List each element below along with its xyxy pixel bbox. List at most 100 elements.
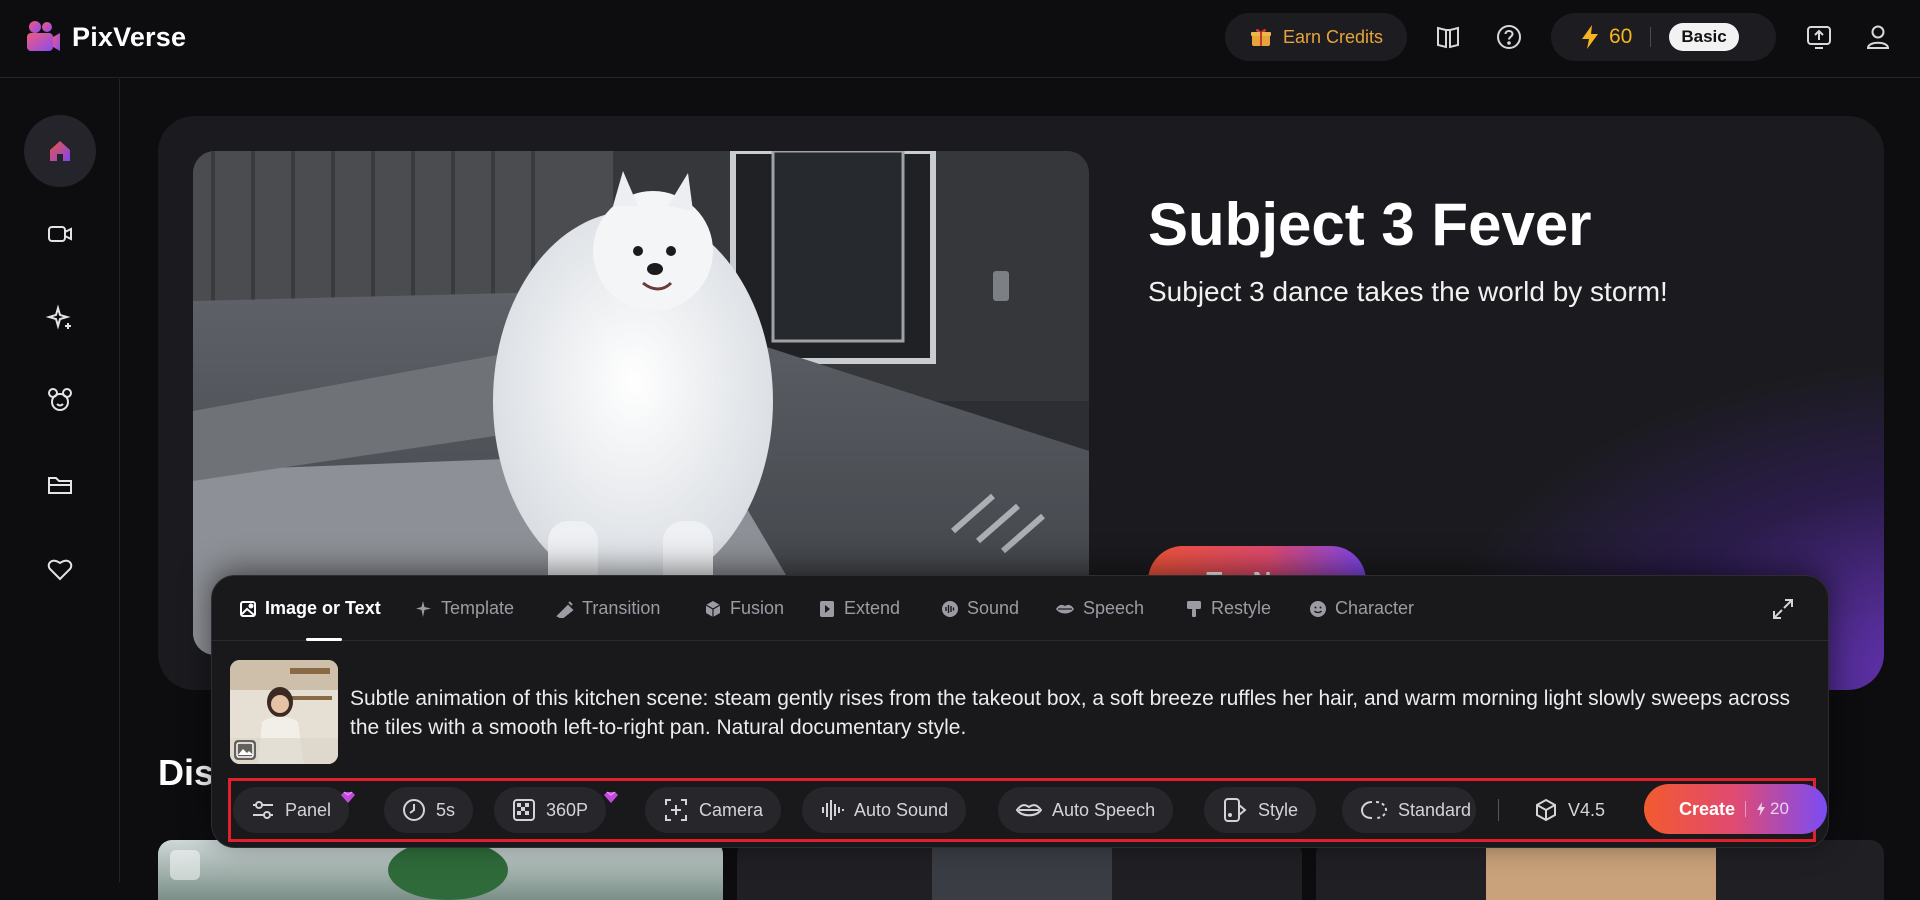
tab-fusion[interactable]: Fusion <box>704 598 784 619</box>
sidebar-item-favorites[interactable] <box>24 533 96 605</box>
discover-card-3[interactable] <box>1316 840 1884 900</box>
create-divider <box>1745 801 1747 817</box>
mode-label: Standard <box>1398 799 1472 820</box>
discover-card-1[interactable] <box>158 840 723 900</box>
help-button[interactable] <box>1493 21 1525 53</box>
tab-label: Sound <box>967 598 1020 618</box>
sidebar-item-effects[interactable] <box>24 282 96 354</box>
camera-focus-icon <box>665 799 687 821</box>
style-icon <box>1224 798 1247 822</box>
tab-label: Character <box>1335 598 1415 618</box>
pixverse-logo-icon <box>27 21 60 51</box>
expand-icon <box>1773 599 1793 619</box>
tab-restyle[interactable]: Restyle <box>1185 598 1271 619</box>
tab-transition[interactable]: Transition <box>556 598 660 619</box>
character-icon <box>48 388 72 411</box>
book-icon <box>1437 26 1459 49</box>
model-label: V4.5 <box>1568 799 1606 820</box>
reference-image <box>230 660 338 764</box>
quality-label: 360P <box>546 799 589 820</box>
sidebar-item-assets[interactable] <box>24 449 96 521</box>
extend-icon <box>820 600 834 617</box>
create-cost: 20 <box>1770 799 1789 818</box>
credits-display[interactable]: 60 Basic <box>1551 13 1776 61</box>
lightning-icon <box>1582 25 1598 49</box>
account-button[interactable] <box>1862 21 1894 53</box>
sparkle-icon <box>46 304 71 330</box>
heart-icon <box>47 559 73 581</box>
sound-icon <box>170 850 200 880</box>
tab-extend[interactable]: Extend <box>818 598 900 619</box>
camera-button[interactable]: Camera <box>645 787 782 833</box>
panel-button[interactable]: Panel <box>233 787 355 833</box>
brand-logo[interactable]: PixVerse <box>24 18 186 56</box>
earn-credits-label: Earn Credits <box>1283 26 1384 47</box>
tab-label: Fusion <box>730 598 785 618</box>
toolbar-divider <box>1498 799 1499 821</box>
premium-gem-icon <box>341 791 355 803</box>
premium-gem-icon <box>604 791 618 803</box>
hero-title: Subject 3 Fever <box>1148 191 1592 258</box>
top-header: PixVerse Earn Credits 60 Basic <box>0 0 1920 78</box>
tab-label: Restyle <box>1211 598 1272 618</box>
sidebar-item-characters[interactable] <box>24 364 96 436</box>
lips-icon <box>1056 604 1074 613</box>
lightning-icon <box>1757 802 1766 816</box>
discover-card-2[interactable] <box>737 840 1302 900</box>
resolution-icon <box>513 799 535 821</box>
mode-icon <box>1360 801 1388 819</box>
style-label: Style <box>1258 799 1299 820</box>
tab-speech[interactable]: Speech <box>1055 598 1144 619</box>
waveform-icon <box>822 800 844 820</box>
panel-label: Panel <box>285 799 332 820</box>
reference-image-thumbnail[interactable] <box>230 660 338 764</box>
brand-name: PixVerse <box>72 21 187 52</box>
home-icon <box>50 141 70 161</box>
sparkle-icon <box>416 600 431 617</box>
tab-character[interactable]: Character <box>1309 598 1414 619</box>
mode-button[interactable]: Standard <box>1342 787 1476 833</box>
folder-icon <box>48 477 72 494</box>
docs-button[interactable] <box>1432 21 1464 53</box>
tab-label: Image or Text <box>265 598 381 618</box>
sidebar-item-home[interactable] <box>24 115 96 187</box>
discover-card-2-subject <box>932 840 1112 900</box>
auto-speech-label: Auto Speech <box>1052 799 1156 820</box>
sliders-icon <box>253 801 273 819</box>
tab-template[interactable]: Template <box>415 598 514 619</box>
tab-image-or-text[interactable]: Image or Text <box>239 598 381 619</box>
sidebar-item-video[interactable] <box>24 198 96 270</box>
duration-button[interactable]: 5s <box>384 787 474 833</box>
cube-icon <box>705 600 721 617</box>
brush-icon <box>1187 600 1201 617</box>
lips-icon <box>1016 804 1042 817</box>
quality-button[interactable]: 360P <box>494 787 618 833</box>
generation-toolbar: Panel 5s 360P Camera Auto Sound Auto Spe… <box>228 778 1827 842</box>
plan-badge[interactable]: Basic <box>1669 23 1739 51</box>
auto-sound-button[interactable]: Auto Sound <box>802 787 967 833</box>
auto-speech-button[interactable]: Auto Speech <box>998 787 1174 833</box>
hero-subtitle: Subject 3 dance takes the world by storm… <box>1148 276 1668 307</box>
video-icon <box>48 226 72 242</box>
sound-icon <box>942 600 958 617</box>
tab-label: Extend <box>844 598 901 618</box>
image-icon <box>240 600 256 617</box>
earn-credits-button[interactable]: Earn Credits <box>1225 13 1407 61</box>
discover-card-1-subject <box>388 840 508 900</box>
help-icon <box>1497 25 1521 49</box>
upload-button[interactable] <box>1803 21 1835 53</box>
prompt-text[interactable]: Subtle animation of this kitchen scene: … <box>350 684 1790 742</box>
camera-label: Camera <box>699 799 764 820</box>
credits-divider <box>1650 27 1652 47</box>
model-button[interactable]: V4.5 <box>1516 787 1623 833</box>
tab-label: Speech <box>1083 598 1145 618</box>
tab-sound[interactable]: Sound <box>941 598 1019 619</box>
style-button[interactable]: Style <box>1204 787 1317 833</box>
sidebar <box>0 79 120 882</box>
expand-button[interactable] <box>1768 594 1798 624</box>
create-label: Create <box>1679 798 1736 819</box>
create-button[interactable]: Create 20 <box>1644 784 1827 834</box>
credits-count: 60 <box>1609 25 1633 48</box>
generation-composer: Image or Text Template Transition Fusion… <box>211 575 1829 848</box>
gift-icon <box>1251 28 1271 46</box>
